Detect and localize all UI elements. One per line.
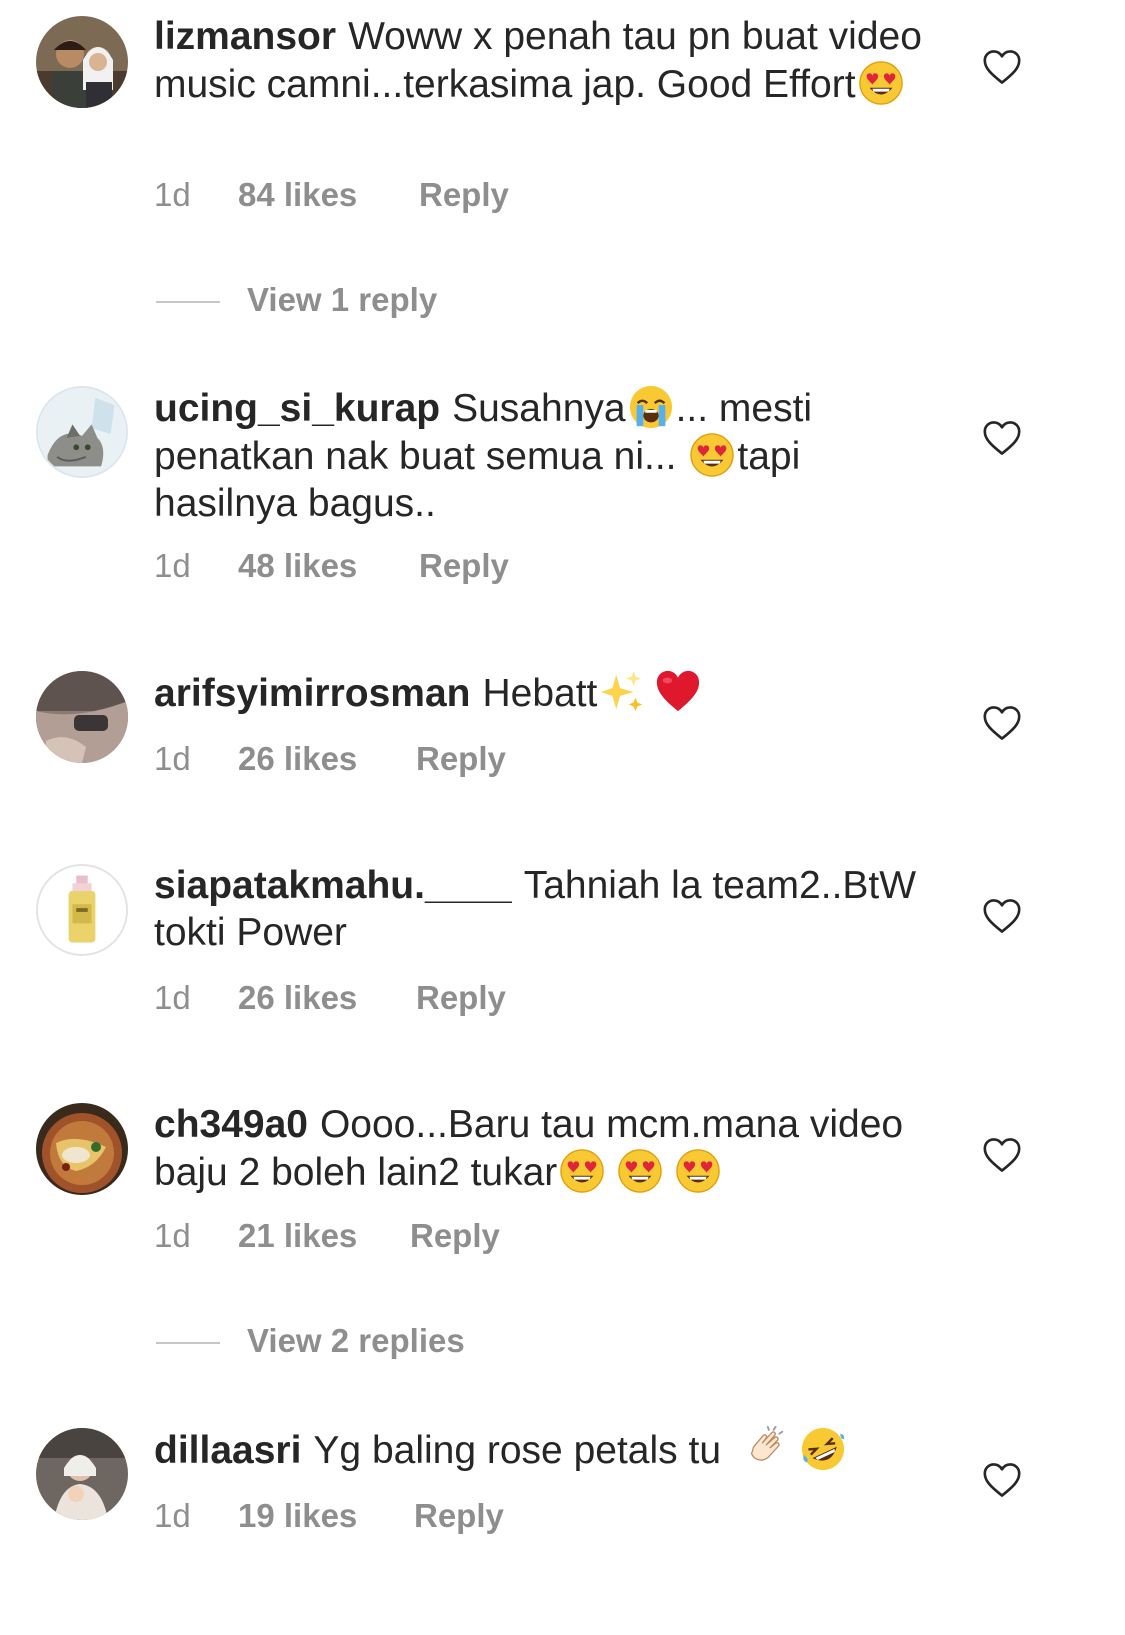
clapping-hands-emoji-icon	[742, 1426, 788, 1472]
rolling-laughing-emoji-icon	[800, 1426, 846, 1472]
view-replies-button[interactable]: View 2 replies	[156, 1322, 465, 1360]
loudly-crying-emoji-icon	[628, 384, 674, 430]
comment-username[interactable]: lizmansor	[154, 15, 336, 58]
comment-time: 1d	[154, 176, 191, 213]
comment-meta: 1d 84 likes Reply	[154, 176, 509, 214]
view-replies-label: View 1 reply	[247, 281, 438, 318]
comment-likes[interactable]: 26 likes	[238, 740, 416, 778]
avatar[interactable]	[36, 16, 128, 108]
heart-eyes-emoji-icon	[858, 60, 904, 106]
comment-meta: 1d 26 likes Reply	[154, 979, 506, 1017]
heart-icon[interactable]	[982, 898, 1022, 934]
comment-username[interactable]: ch349a0	[154, 1103, 308, 1146]
heart-eyes-emoji-icon	[617, 1148, 663, 1194]
avatar[interactable]	[36, 386, 128, 478]
heart-icon[interactable]	[982, 1462, 1022, 1498]
comment-username[interactable]: ucing_si_kurap	[154, 387, 440, 430]
comment-text: dillaasri Yg baling rose petals tu	[154, 1426, 934, 1474]
comment-likes[interactable]: 48 likes	[238, 547, 419, 585]
comment-username[interactable]: siapatakmahu.____	[154, 864, 512, 907]
comment-username[interactable]: dillaasri	[154, 1429, 301, 1472]
comment-body: Hebatt	[482, 672, 598, 715]
comment-body: Yg baling rose petals tu	[313, 1429, 732, 1472]
comment-time: 1d	[154, 740, 191, 777]
comment-time: 1d	[154, 1217, 191, 1254]
comment-username[interactable]: arifsyimirrosman	[154, 672, 470, 715]
reply-button[interactable]: Reply	[416, 979, 506, 1017]
comment-meta: 1d 19 likes Reply	[154, 1497, 504, 1535]
comment-time: 1d	[154, 547, 191, 584]
sparkles-emoji-icon	[599, 669, 645, 715]
comment-time: 1d	[154, 1497, 191, 1534]
heart-icon[interactable]	[982, 49, 1022, 85]
comment-text: arifsyimirrosman Hebatt	[154, 669, 934, 717]
comment-text: lizmansor Woww x penah tau pn buat video …	[154, 13, 934, 108]
heart-eyes-emoji-icon	[689, 432, 735, 478]
view-replies-button[interactable]: View 1 reply	[156, 281, 437, 319]
comment-text: siapatakmahu.____ Tahniah la team2..BtW t…	[154, 862, 934, 956]
comment-meta: 1d 21 likes Reply	[154, 1217, 500, 1255]
comment-time: 1d	[154, 979, 191, 1016]
heart-eyes-emoji-icon	[675, 1148, 721, 1194]
reply-button[interactable]: Reply	[419, 176, 509, 214]
comment-meta: 1d 48 likes Reply	[154, 547, 509, 585]
reply-button[interactable]: Reply	[416, 740, 506, 778]
heart-icon[interactable]	[982, 1137, 1022, 1173]
comment-body: Susahnya	[452, 387, 626, 430]
avatar[interactable]	[36, 671, 128, 763]
avatar[interactable]	[36, 864, 128, 956]
heart-icon[interactable]	[982, 705, 1022, 741]
comment-text: ch349a0 Oooo...Baru tau mcm.mana video ba…	[154, 1101, 934, 1196]
reply-button[interactable]: Reply	[414, 1497, 504, 1535]
avatar[interactable]	[36, 1103, 128, 1195]
comment-likes[interactable]: 26 likes	[238, 979, 416, 1017]
comment-likes[interactable]: 19 likes	[238, 1497, 414, 1535]
red-heart-emoji-icon	[655, 669, 701, 715]
avatar[interactable]	[36, 1428, 128, 1520]
divider-line	[156, 301, 220, 304]
reply-button[interactable]: Reply	[419, 547, 509, 585]
heart-eyes-emoji-icon	[559, 1148, 605, 1194]
comment-meta: 1d 26 likes Reply	[154, 740, 506, 778]
comment-likes[interactable]: 84 likes	[238, 176, 419, 214]
view-replies-label: View 2 replies	[247, 1322, 465, 1359]
comment-likes[interactable]: 21 likes	[238, 1217, 410, 1255]
comment-text: ucing_si_kurap Susahnya... mesti penatkan…	[154, 384, 934, 527]
divider-line	[156, 1342, 220, 1345]
heart-icon[interactable]	[982, 420, 1022, 456]
reply-button[interactable]: Reply	[410, 1217, 500, 1255]
